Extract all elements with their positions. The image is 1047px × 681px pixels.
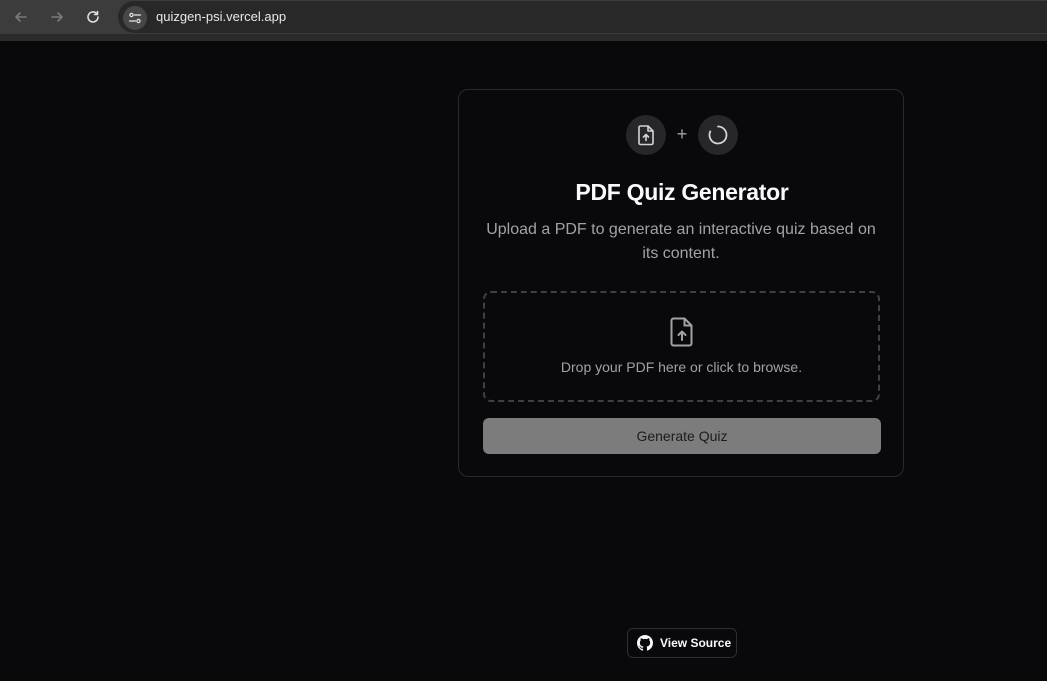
github-icon (637, 635, 653, 651)
view-source-label: View Source (660, 636, 732, 650)
pdf-dropzone[interactable]: Drop your PDF here or click to browse. (483, 291, 880, 402)
page-title: PDF Quiz Generator (575, 179, 789, 205)
reload-icon (87, 10, 99, 23)
browser-toolbar: quizgen-psi.vercel.app (0, 0, 1047, 34)
file-upload-icon (670, 317, 693, 347)
plus-sign: + (676, 124, 688, 144)
url-text[interactable]: quizgen-psi.vercel.app (156, 9, 286, 24)
reload-button[interactable] (81, 5, 105, 29)
browser-strip (0, 34, 1047, 41)
site-settings-button[interactable] (123, 6, 147, 30)
address-bar[interactable]: quizgen-psi.vercel.app (118, 1, 1047, 33)
loader-icon (708, 125, 728, 145)
back-button[interactable] (9, 5, 33, 29)
dropzone-text: Drop your PDF here or click to browse. (560, 359, 803, 375)
back-arrow-icon (15, 12, 27, 22)
forward-arrow-icon (51, 12, 63, 22)
file-upload-badge (626, 115, 666, 155)
page-subtitle: Upload a PDF to generate an interactive … (486, 221, 876, 262)
forward-button[interactable] (45, 5, 69, 29)
loader-badge (698, 115, 738, 155)
quiz-generator-card: + PDF Quiz Generator Upload a PDF to gen… (458, 89, 904, 477)
generate-quiz-button[interactable]: Generate Quiz (483, 418, 881, 454)
site-settings-icon (128, 12, 142, 24)
file-upload-icon (638, 125, 654, 146)
view-source-button[interactable]: View Source (627, 628, 737, 658)
